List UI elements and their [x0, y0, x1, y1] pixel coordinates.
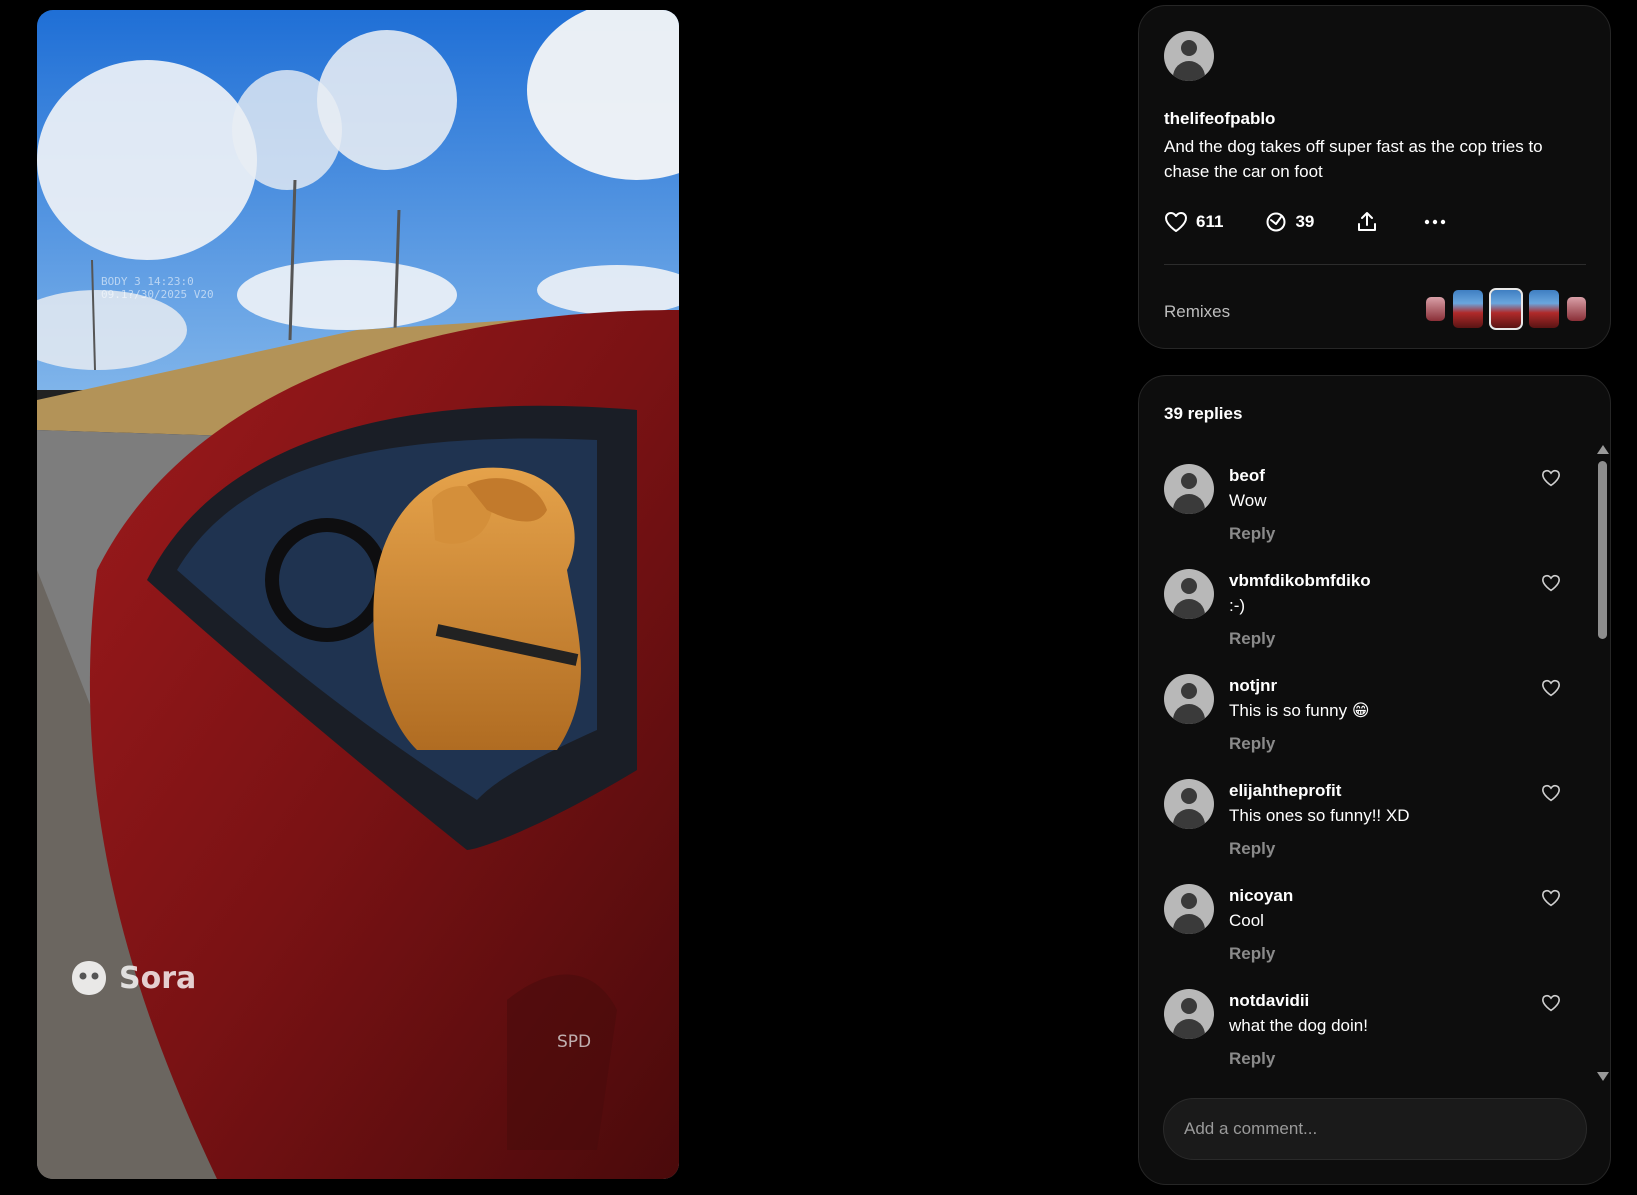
remixes-label: Remixes [1164, 302, 1231, 321]
reply-button[interactable]: Reply [1229, 1049, 1275, 1069]
reply-button[interactable]: Reply [1229, 524, 1275, 544]
avatar[interactable] [1164, 884, 1214, 934]
list-item: vbmfdikobmfdiko :-) Reply [1164, 569, 1579, 674]
scrollbar-thumb[interactable] [1598, 461, 1607, 639]
comment-username[interactable]: notdavidii [1229, 991, 1309, 1011]
post-actions: 611 39 [1164, 211, 1446, 233]
comment-username[interactable]: beof [1229, 466, 1265, 486]
comment-username[interactable]: nicoyan [1229, 886, 1293, 906]
comment-username[interactable]: vbmfdikobmfdiko [1229, 571, 1371, 591]
overlay-line-2: 09.1?/30/2025 V20 [101, 288, 214, 301]
heart-icon [1165, 212, 1187, 232]
comment-text: Wow [1229, 491, 1267, 510]
comment-input[interactable]: Add a comment... [1163, 1098, 1587, 1160]
avatar[interactable] [1164, 31, 1214, 81]
like-count: 611 [1196, 212, 1224, 231]
post-username[interactable]: thelifeofpablo [1164, 109, 1275, 129]
comment-username[interactable]: notjnr [1229, 676, 1277, 696]
reply-button[interactable]: Reply [1229, 734, 1275, 754]
remix-thumbnail[interactable] [1529, 290, 1559, 328]
remix-thumbnails [1426, 288, 1586, 330]
video-frame [37, 10, 679, 1179]
sora-watermark: Sora [69, 958, 196, 998]
scroll-up-icon[interactable] [1597, 445, 1609, 454]
avatar[interactable] [1164, 569, 1214, 619]
share-icon [1358, 212, 1377, 231]
like-button[interactable]: 611 [1164, 211, 1223, 233]
remix-icon [1266, 212, 1286, 232]
list-item: nicoyan Cool Reply [1164, 884, 1579, 989]
replies-count: 39 replies [1164, 404, 1243, 423]
remix-button[interactable]: 39 [1265, 211, 1314, 233]
remix-count: 39 [1295, 212, 1315, 231]
replies-card: 39 replies beof Wow Reply vbmfdikobmfdik… [1138, 375, 1611, 1185]
remix-thumbnail[interactable] [1426, 297, 1445, 321]
post-card: thelifeofpablo And the dog takes off sup… [1138, 5, 1611, 349]
list-item: beof Wow Reply [1164, 464, 1579, 569]
avatar[interactable] [1164, 779, 1214, 829]
list-item: notjnr This is so funny 😁 Reply [1164, 674, 1579, 779]
heart-icon[interactable] [1541, 469, 1561, 487]
more-options-button[interactable] [1424, 219, 1446, 225]
remix-thumbnail[interactable] [1453, 290, 1483, 328]
sora-logo-icon [72, 961, 106, 995]
divider [1164, 264, 1586, 265]
bodycam-overlay: BODY 3 14:23:0 09.1?/30/2025 V20 [101, 275, 214, 301]
remix-thumbnail[interactable] [1567, 297, 1586, 321]
comment-text: :-) [1229, 596, 1246, 615]
overlay-line-1: BODY 3 14:23:0 [101, 275, 194, 288]
heart-icon[interactable] [1541, 994, 1561, 1012]
comment-text: Cool [1229, 911, 1264, 930]
remix-thumbnail-selected[interactable] [1489, 288, 1523, 330]
reply-button[interactable]: Reply [1229, 629, 1275, 649]
comments-scrollbar[interactable] [1594, 441, 1610, 1081]
video-player[interactable]: BODY 3 14:23:0 09.1?/30/2025 V20 SPD Sor… [37, 10, 679, 1179]
list-item: notdavidii what the dog doin! Reply [1164, 989, 1579, 1094]
scroll-down-icon[interactable] [1597, 1072, 1609, 1081]
heart-icon[interactable] [1541, 784, 1561, 802]
post-caption: And the dog takes off super fast as the … [1164, 137, 1543, 181]
heart-icon[interactable] [1541, 679, 1561, 697]
comment-text: This ones so funny!! XD [1229, 806, 1410, 825]
avatar[interactable] [1164, 674, 1214, 724]
share-button[interactable] [1356, 211, 1378, 233]
reply-button[interactable]: Reply [1229, 944, 1275, 964]
car-lettering: SPD [557, 1032, 592, 1052]
heart-icon[interactable] [1541, 889, 1561, 907]
watermark-label: Sora [119, 960, 197, 996]
avatar[interactable] [1164, 464, 1214, 514]
comment-list: beof Wow Reply vbmfdikobmfdiko :-) Reply… [1164, 464, 1579, 1094]
reply-button[interactable]: Reply [1229, 839, 1275, 859]
comment-text: This is so funny 😁 [1229, 701, 1370, 720]
more-icon [1425, 219, 1446, 225]
avatar[interactable] [1164, 989, 1214, 1039]
comment-username[interactable]: elijahtheprofit [1229, 781, 1341, 801]
list-item: elijahtheprofit This ones so funny!! XD … [1164, 779, 1579, 884]
heart-icon[interactable] [1541, 574, 1561, 592]
comment-text: what the dog doin! [1229, 1016, 1368, 1035]
